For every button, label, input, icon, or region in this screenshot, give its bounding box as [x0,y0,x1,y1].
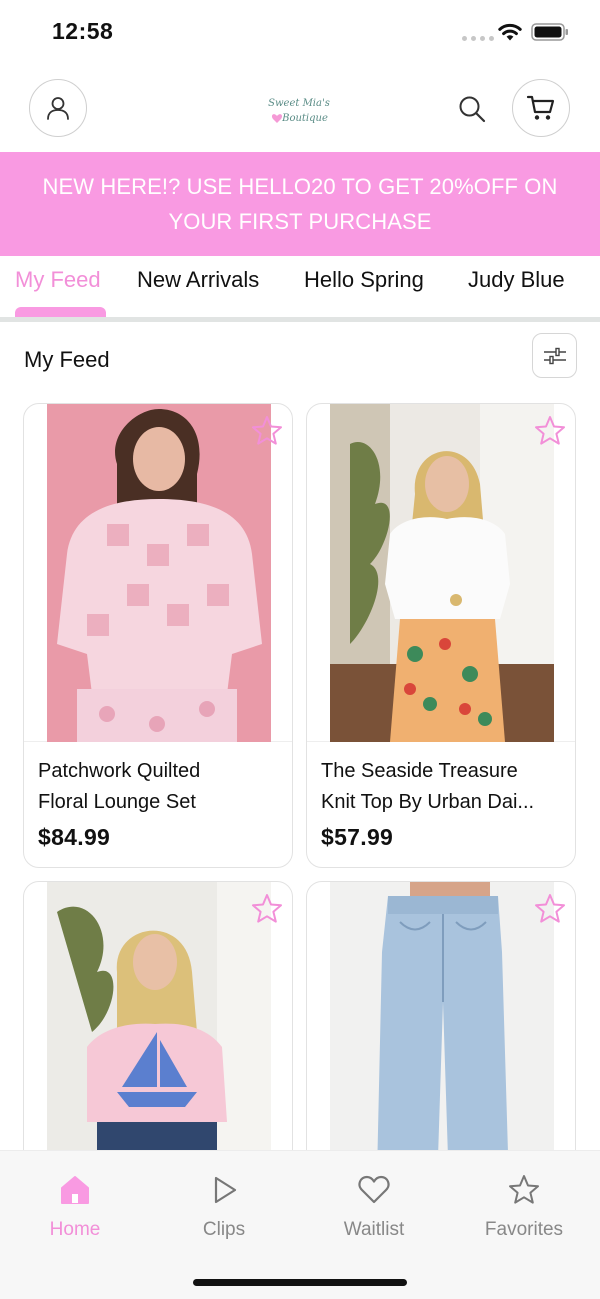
product-price: $84.99 [38,824,111,850]
nav-waitlist[interactable]: Waitlist [314,1173,434,1241]
product-name-line: The Seaside Treasure [321,760,518,782]
tab-judy-blue[interactable]: Judy Blue [468,267,565,293]
nav-favorites[interactable]: Favorites [464,1173,584,1241]
star-icon [509,1175,539,1204]
nav-label: Clips [202,1219,246,1240]
wifi-icon [498,23,522,41]
favorite-star-icon[interactable] [250,414,284,448]
product-photo-knit-top [330,404,554,742]
nav-clips[interactable]: Clips [164,1173,284,1241]
product-name: The Seaside Treasure Knit Top By Urban D… [321,756,561,818]
favorite-star-icon[interactable] [533,414,567,448]
heart-icon [358,1175,390,1204]
cart-button[interactable] [512,79,570,137]
product-card[interactable]: The Seaside Treasure Knit Top By Urban D… [306,403,576,868]
app-header: Sweet Mia's Boutique [0,68,600,152]
product-card[interactable]: Patchwork Quilted Floral Lounge Set $84.… [23,403,293,868]
sliders-icon [543,347,566,364]
product-price: $57.99 [321,824,394,850]
section-title: My Feed [24,347,110,372]
nav-home[interactable]: Home [15,1173,135,1241]
product-name-line: Floral Lounge Set [38,791,196,813]
favorite-star-icon[interactable] [533,892,567,926]
product-image[interactable] [307,404,575,742]
product-name-line: Knit Top By Urban Dai... [321,791,535,813]
product-name-line: Patchwork Quilted [38,760,201,782]
svg-text:Boutique: Boutique [281,113,328,124]
promo-text: NEW HERE!? USE HELLO20 TO GET 20%OFF ON … [42,174,558,234]
user-icon [47,97,69,120]
home-indicator [193,1279,407,1286]
svg-text:Sweet Mia's: Sweet Mia's [268,98,330,109]
promo-banner[interactable]: NEW HERE!? USE HELLO20 TO GET 20%OFF ON … [0,152,600,256]
nav-label: Favorites [484,1219,564,1240]
product-name: Patchwork Quilted Floral Lounge Set [38,756,278,818]
search-icon[interactable] [456,93,488,125]
cart-icon [526,95,555,120]
active-tab-indicator [15,307,106,317]
status-bar: 12:58 [0,0,600,68]
play-icon [214,1176,237,1204]
tab-new-arrivals[interactable]: New Arrivals [137,267,259,293]
nav-label: Home [49,1219,101,1240]
boutique-logo: Sweet Mia's Boutique [268,98,330,124]
signal-icon [462,36,494,41]
status-time: 12:58 [52,18,114,44]
filter-button[interactable] [532,333,577,378]
tab-hello-spring[interactable]: Hello Spring [304,267,424,293]
product-image[interactable] [24,404,292,742]
bottom-nav: Home Clips Waitlist Favorites [0,1150,600,1299]
nav-label: Waitlist [343,1219,405,1240]
category-tabs: My Feed New Arrivals Hello Spring Judy B… [0,256,600,322]
battery-icon [531,23,568,41]
tab-my-feed[interactable]: My Feed [15,267,101,293]
home-icon [61,1176,89,1204]
favorite-star-icon[interactable] [250,892,284,926]
product-photo-lounge-set [47,404,271,742]
profile-button[interactable] [29,79,87,137]
